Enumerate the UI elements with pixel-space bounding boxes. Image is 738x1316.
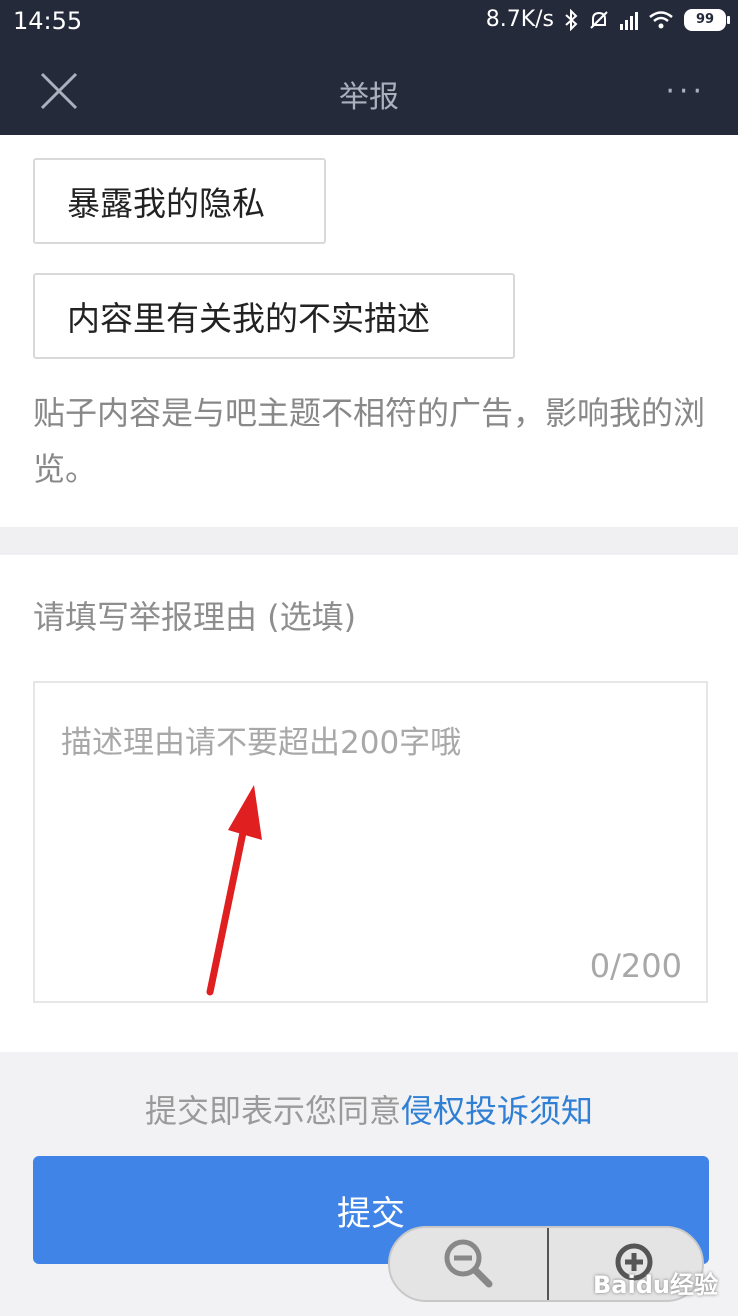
zoom-out-icon: [444, 1239, 493, 1288]
agreement-text: 提交即表示您同意侵权投诉须知: [0, 1086, 738, 1132]
baidu-watermark: Baidu经验: [593, 1271, 718, 1299]
agreement-prefix: 提交即表示您同意: [144, 1092, 401, 1130]
zoom-out-button[interactable]: [390, 1228, 548, 1300]
infringement-notice-link[interactable]: 侵权投诉须知: [401, 1092, 593, 1130]
